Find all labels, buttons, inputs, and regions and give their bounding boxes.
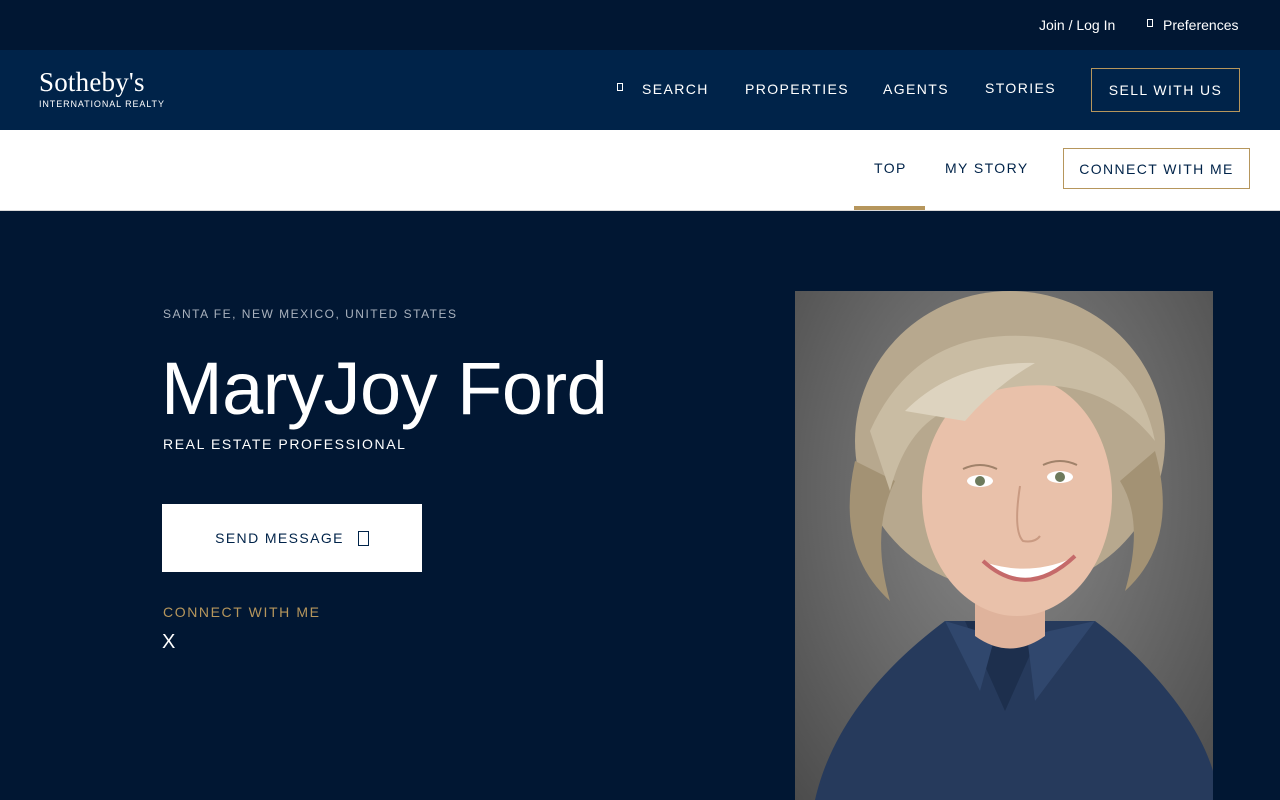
main-navigation: Sotheby's INTERNATIONAL REALTY SEARCH PR…: [0, 50, 1280, 130]
agent-subnav: TOP MY STORY CONNECT WITH ME: [0, 130, 1280, 211]
connect-with-me-button[interactable]: CONNECT WITH ME: [1063, 148, 1250, 189]
agent-hero: SANTA FE, NEW MEXICO, UNITED STATES Mary…: [0, 211, 1280, 800]
agent-portrait: [795, 291, 1213, 800]
utility-bar: Join / Log In Preferences: [0, 0, 1280, 50]
preferences-icon: [1147, 19, 1153, 27]
connect-with-me-label: CONNECT WITH ME: [163, 604, 321, 620]
preferences-label: Preferences: [1163, 17, 1239, 33]
search-icon: [617, 83, 623, 91]
nav-properties[interactable]: PROPERTIES: [745, 81, 849, 97]
nav-agents[interactable]: AGENTS: [883, 81, 949, 97]
nav-search-label: SEARCH: [642, 81, 709, 97]
agent-portrait-illustration: [815, 291, 1213, 800]
subnav-top[interactable]: TOP: [874, 160, 907, 176]
mail-icon: [357, 530, 369, 546]
sell-with-us-button[interactable]: SELL WITH US: [1091, 68, 1240, 112]
send-message-button[interactable]: SEND MESSAGE: [162, 504, 422, 572]
nav-search[interactable]: SEARCH: [617, 81, 709, 97]
logo-wordmark: Sotheby's: [39, 67, 145, 97]
x-social-link[interactable]: X: [162, 631, 175, 654]
agent-name: MaryJoy Ford: [161, 347, 608, 430]
agent-location: SANTA FE, NEW MEXICO, UNITED STATES: [163, 307, 458, 321]
send-message-label: SEND MESSAGE: [215, 530, 344, 546]
active-tab-indicator: [854, 206, 925, 210]
preferences-link[interactable]: Preferences: [1147, 17, 1238, 33]
join-login-link[interactable]: Join / Log In: [1039, 17, 1115, 33]
subnav-my-story[interactable]: MY STORY: [945, 160, 1029, 176]
agent-title: REAL ESTATE PROFESSIONAL: [163, 436, 407, 452]
nav-stories[interactable]: STORIES: [985, 80, 1056, 96]
logo-subline: INTERNATIONAL REALTY: [39, 99, 165, 109]
sothebys-logo[interactable]: Sotheby's INTERNATIONAL REALTY: [39, 68, 165, 109]
